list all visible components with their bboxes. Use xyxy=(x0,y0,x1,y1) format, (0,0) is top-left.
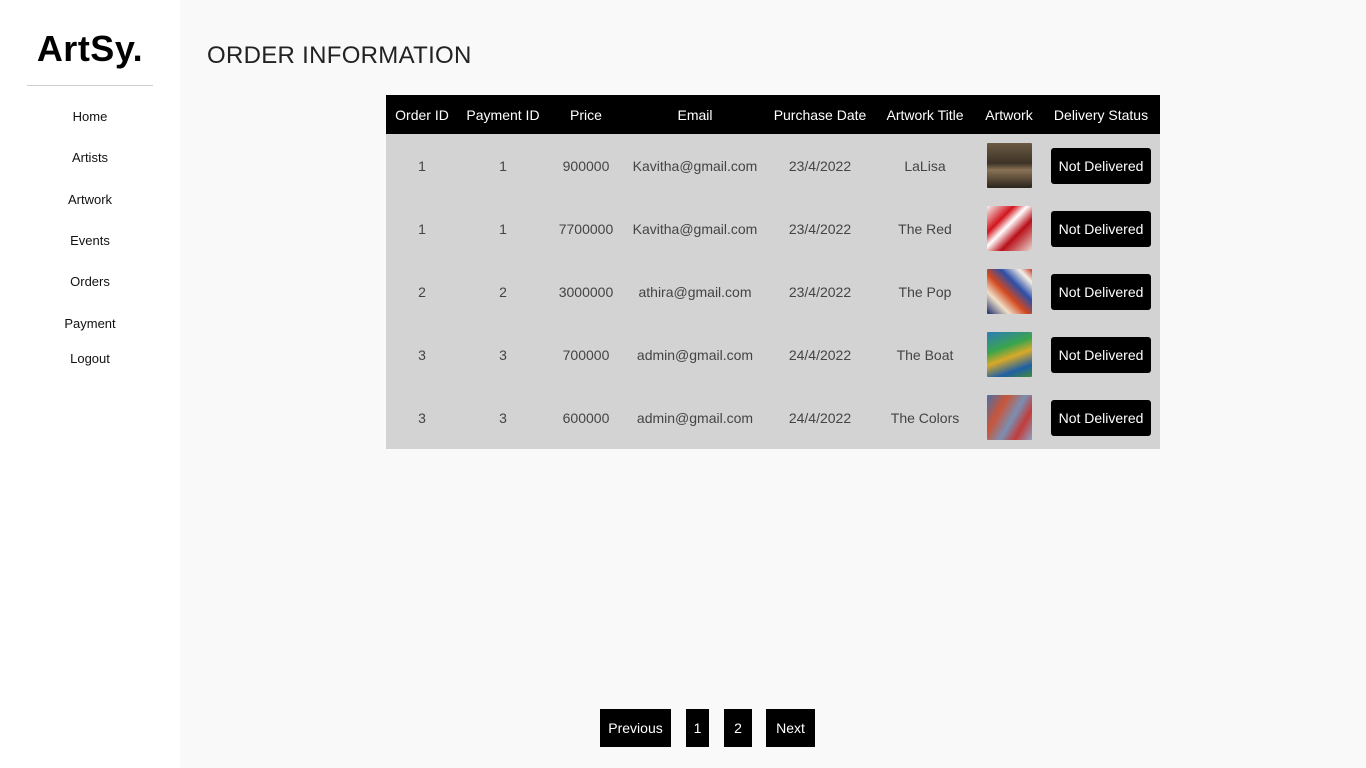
nav-item-artwork[interactable]: Artwork xyxy=(0,192,180,207)
main-content: ORDER INFORMATION Order ID Payment ID Pr… xyxy=(180,0,1366,768)
pagination: Previous 1 2 Next xyxy=(180,709,1366,747)
cell-purchase-date: 23/4/2022 xyxy=(788,220,852,237)
table-row: 1 1 900000 Kavitha@gmail.com 23/4/2022 L… xyxy=(386,134,1160,197)
header-payment-id: Payment ID xyxy=(466,106,540,123)
cell-artwork-title: The Boat xyxy=(896,346,954,363)
cell-price: 7700000 xyxy=(558,220,614,237)
table-row: 3 3 600000 admin@gmail.com 24/4/2022 The… xyxy=(386,386,1160,449)
cell-artwork xyxy=(976,260,1042,323)
delivery-status-button[interactable]: Not Delivered xyxy=(1050,399,1152,436)
nav-item-payment[interactable]: Payment xyxy=(0,316,180,331)
table-row: 1 1 7700000 Kavitha@gmail.com 23/4/2022 … xyxy=(386,197,1160,260)
table-row: 3 3 700000 admin@gmail.com 24/4/2022 The… xyxy=(386,323,1160,386)
cell-artwork xyxy=(976,197,1042,260)
cell-price: 3000000 xyxy=(558,283,614,300)
cell-payment-id: 1 xyxy=(499,220,507,237)
delivery-status-button[interactable]: Not Delivered xyxy=(1050,147,1152,184)
cell-delivery-status: Not Delivered xyxy=(1042,323,1160,386)
cell-artwork-title: LaLisa xyxy=(904,157,946,174)
cell-order-id: 1 xyxy=(418,157,426,174)
cell-payment-id: 3 xyxy=(499,409,507,426)
previous-page-button[interactable]: Previous xyxy=(600,709,671,747)
logo-divider xyxy=(27,85,153,86)
nav-item-orders[interactable]: Orders xyxy=(0,274,180,289)
cell-payment-id: 3 xyxy=(499,346,507,363)
cell-artwork-title: The Colors xyxy=(890,409,960,426)
cell-artwork xyxy=(976,386,1042,449)
cell-email: admin@gmail.com xyxy=(636,346,754,363)
cell-artwork-title: The Red xyxy=(898,220,952,237)
cell-order-id: 3 xyxy=(418,409,426,426)
cell-order-id: 2 xyxy=(418,283,426,300)
cell-email: admin@gmail.com xyxy=(636,409,754,426)
header-artwork-title: Artwork Title xyxy=(886,106,964,123)
next-page-button[interactable]: Next xyxy=(766,709,815,747)
portrait-painting-thumbnail xyxy=(986,143,1032,188)
cell-delivery-status: Not Delivered xyxy=(1042,386,1160,449)
cell-delivery-status: Not Delivered xyxy=(1042,134,1160,197)
orders-table: Order ID Payment ID Price Email Purchase… xyxy=(386,95,1160,449)
cell-price: 900000 xyxy=(562,157,610,174)
cell-email: Kavitha@gmail.com xyxy=(632,157,758,174)
table-row: 2 2 3000000 athira@gmail.com 23/4/2022 T… xyxy=(386,260,1160,323)
header-order-id: Order ID xyxy=(395,106,449,123)
cell-price: 600000 xyxy=(562,409,610,426)
nav-item-artists[interactable]: Artists xyxy=(0,150,180,165)
header-artwork: Artwork xyxy=(985,106,1033,123)
red-abstract-painting-thumbnail xyxy=(986,206,1032,251)
cell-payment-id: 2 xyxy=(499,283,507,300)
pop-art-painting-thumbnail xyxy=(986,269,1032,314)
cell-order-id: 3 xyxy=(418,346,426,363)
cell-delivery-status: Not Delivered xyxy=(1042,260,1160,323)
cell-order-id: 1 xyxy=(418,220,426,237)
header-email: Email xyxy=(677,106,713,123)
cell-artwork-title: The Pop xyxy=(898,283,952,300)
nav-item-home[interactable]: Home xyxy=(0,109,180,124)
header-purchase-date: Purchase Date xyxy=(773,106,867,123)
nav-item-events[interactable]: Events xyxy=(0,233,180,248)
table-header: Order ID Payment ID Price Email Purchase… xyxy=(386,95,1160,134)
page-title: ORDER INFORMATION xyxy=(207,42,472,69)
cell-purchase-date: 23/4/2022 xyxy=(788,157,852,174)
cell-price: 700000 xyxy=(562,346,610,363)
cell-artwork xyxy=(976,323,1042,386)
header-delivery-status: Delivery Status xyxy=(1053,106,1149,123)
cell-purchase-date: 24/4/2022 xyxy=(788,409,852,426)
cell-delivery-status: Not Delivered xyxy=(1042,197,1160,260)
cell-purchase-date: 24/4/2022 xyxy=(788,346,852,363)
cell-artwork xyxy=(976,134,1042,197)
cell-email: athira@gmail.com xyxy=(638,283,752,300)
sidebar: ArtSy. Home Artists Artwork Events Order… xyxy=(0,0,180,768)
delivery-status-button[interactable]: Not Delivered xyxy=(1050,336,1152,373)
delivery-status-button[interactable]: Not Delivered xyxy=(1050,273,1152,310)
page-1-button[interactable]: 1 xyxy=(686,709,709,747)
page-2-button[interactable]: 2 xyxy=(724,709,752,747)
brand-logo[interactable]: ArtSy. xyxy=(0,28,180,70)
cell-purchase-date: 23/4/2022 xyxy=(788,283,852,300)
delivery-status-button[interactable]: Not Delivered xyxy=(1050,210,1152,247)
boat-landscape-painting-thumbnail xyxy=(986,332,1032,377)
colorful-abstract-painting-thumbnail xyxy=(986,395,1032,440)
header-price: Price xyxy=(570,106,602,123)
cell-email: Kavitha@gmail.com xyxy=(632,220,758,237)
cell-payment-id: 1 xyxy=(499,157,507,174)
nav-item-logout[interactable]: Logout xyxy=(0,351,180,366)
